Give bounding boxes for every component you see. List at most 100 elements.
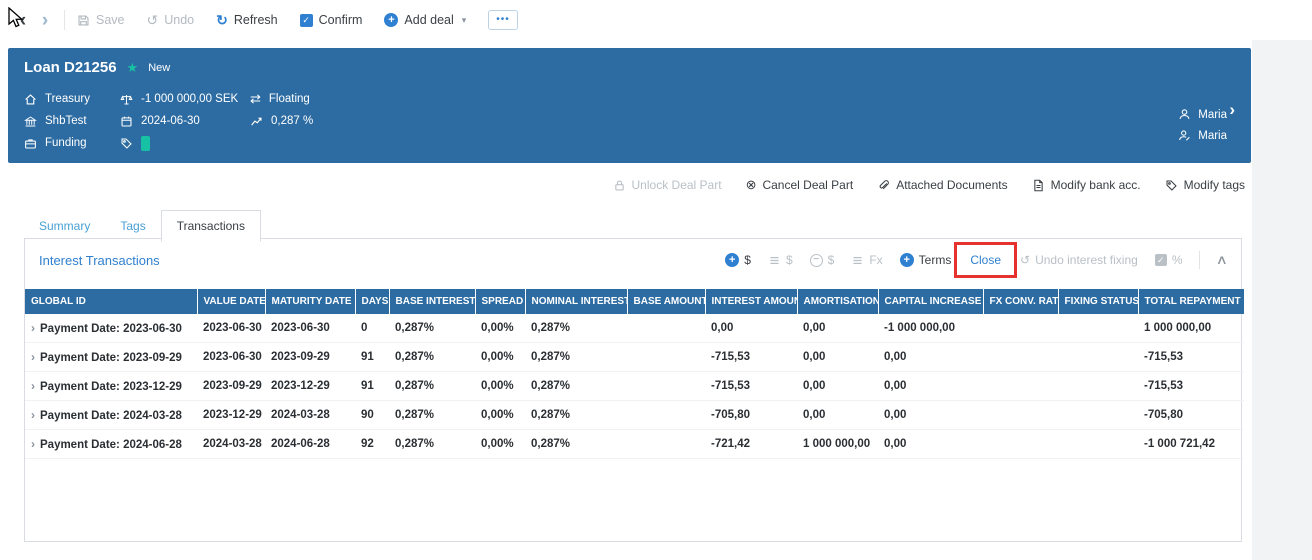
document-icon <box>1033 179 1043 191</box>
remove-cashflow-label: $ <box>827 253 835 267</box>
cell <box>983 371 1058 401</box>
cell <box>1058 429 1138 459</box>
table-row[interactable]: › Payment Date: 2023-09-29 2023-06-30 2023-… <box>25 342 1244 372</box>
deal-header-expand-button[interactable]: › <box>1229 100 1235 120</box>
row-expand-icon[interactable]: › <box>31 350 35 364</box>
row-expand-icon[interactable]: › <box>31 437 35 451</box>
column-header[interactable]: AMORTISATION <box>797 289 879 314</box>
tab-tags[interactable]: Tags <box>105 211 160 241</box>
column-header[interactable]: DAYS <box>355 289 390 314</box>
cell: 0,00% <box>475 314 525 343</box>
table-row[interactable]: › Payment Date: 2024-06-28 2024-03-28 2024-… <box>25 429 1244 459</box>
confirm-button[interactable]: ✓ Confirm <box>299 13 362 27</box>
cell <box>1058 400 1138 430</box>
checkbox-icon: ✓ <box>1154 254 1167 266</box>
column-header[interactable]: CAPITAL INCREASE <box>878 289 984 314</box>
global-id-cell: › Payment Date: 2023-06-30 <box>25 314 197 343</box>
forward-button[interactable]: › <box>34 11 56 30</box>
modify-tags-button[interactable]: Modify tags <box>1165 178 1245 192</box>
percent-toggle[interactable]: ✓ % <box>1154 253 1182 267</box>
column-header[interactable]: MATURITY DATE <box>265 289 356 314</box>
column-header[interactable]: FX CONV. RATE <box>983 289 1059 314</box>
tags-item[interactable] <box>120 135 250 151</box>
cell: -715,53 <box>705 371 797 401</box>
cell: 2024-03-28 <box>197 429 265 459</box>
cell: -715,53 <box>1138 342 1244 372</box>
cell <box>983 342 1058 372</box>
cancel-deal-part-button[interactable]: ⊗ Cancel Deal Part <box>746 177 854 193</box>
save-button[interactable]: Save <box>77 13 125 27</box>
remove-cashflow-button[interactable]: − $ <box>809 253 835 267</box>
tab-strip: Summary Tags Transactions <box>24 210 261 242</box>
table-row[interactable]: › Payment Date: 2023-06-30 2023-06-30 2023-… <box>25 314 1244 343</box>
cell: -1 000 000,00 <box>878 314 983 343</box>
row-expand-icon[interactable]: › <box>31 321 35 335</box>
save-icon <box>78 14 89 26</box>
cell: 0,00% <box>475 400 525 430</box>
save-label: Save <box>96 13 125 27</box>
add-cashflow-label: $ <box>744 253 751 267</box>
add-deal-button[interactable]: + Add deal ▾ <box>384 13 466 27</box>
column-header[interactable]: TOTAL REPAYMENT <box>1138 289 1244 314</box>
fx-schedule-button[interactable]: Fx <box>851 253 883 267</box>
column-header[interactable]: BASE AMOUNT <box>627 289 706 314</box>
terms-button[interactable]: + Terms <box>899 253 952 267</box>
app-window: ‹ › Save ↺ Undo ↻ Refresh ✓ Confirm + Ad… <box>0 0 1312 560</box>
schedule-cashflow-button[interactable]: $ <box>768 253 793 267</box>
owner-name: Maria <box>1198 108 1227 121</box>
tag-icon <box>1166 180 1177 191</box>
cell: 0,00 <box>797 400 878 430</box>
close-button[interactable]: Close <box>968 253 1003 267</box>
collapse-panel-button[interactable]: ∧ <box>1216 252 1228 268</box>
tag-icon <box>121 138 132 149</box>
confirm-icon: ✓ <box>299 13 313 27</box>
paperclip-icon <box>879 179 889 189</box>
column-header[interactable]: FIXING STATUS <box>1058 289 1139 314</box>
terms-label: Terms <box>918 253 952 267</box>
mouse-cursor <box>8 7 24 28</box>
row-expand-icon[interactable]: › <box>31 408 35 422</box>
column-header[interactable]: BASE INTEREST <box>389 289 476 314</box>
cell: -705,80 <box>1138 400 1244 430</box>
cell <box>1058 342 1138 372</box>
row-expand-icon[interactable]: › <box>31 379 35 393</box>
modify-bank-acc-button[interactable]: Modify bank acc. <box>1032 178 1141 192</box>
add-cashflow-button[interactable]: + $ <box>725 253 751 267</box>
transactions-panel: Interest Transactions + $ $ − $ Fx + Ter… <box>24 238 1244 542</box>
undo-button[interactable]: ↺ Undo <box>147 13 195 27</box>
calendar-icon <box>121 116 132 126</box>
column-header[interactable]: INTEREST AMOUNT <box>705 289 798 314</box>
modify-tags-label: Modify tags <box>1183 178 1245 192</box>
cell <box>983 314 1058 343</box>
tab-summary[interactable]: Summary <box>24 211 105 241</box>
cell: 92 <box>355 429 389 459</box>
plus-circle-icon: + <box>725 253 740 267</box>
global-id-cell: › Payment Date: 2024-03-28 <box>25 400 197 430</box>
column-header[interactable]: GLOBAL ID <box>25 289 198 314</box>
cell: 0,287% <box>525 314 627 343</box>
add-deal-label: Add deal <box>404 13 454 27</box>
more-actions-button[interactable]: ••• <box>488 10 518 30</box>
cell <box>1058 371 1138 401</box>
tab-transactions[interactable]: Transactions <box>160 210 261 242</box>
column-header[interactable]: SPREAD <box>475 289 526 314</box>
table-row[interactable]: › Payment Date: 2024-03-28 2023-12-29 2024-… <box>25 400 1244 430</box>
unlock-deal-part-button[interactable]: Unlock Deal Part <box>613 178 722 192</box>
chevron-down-icon: ▾ <box>461 14 467 25</box>
cell: 0,287% <box>389 314 475 343</box>
cell: 2024-06-28 <box>265 429 355 459</box>
table-row[interactable]: › Payment Date: 2023-12-29 2023-09-29 2023-… <box>25 371 1244 401</box>
column-header[interactable]: NOMINAL INTEREST <box>525 289 628 314</box>
cell <box>627 400 705 430</box>
column-header[interactable]: VALUE DATE <box>197 289 266 314</box>
panel-header: Interest Transactions + $ $ − $ Fx + Ter… <box>25 239 1241 278</box>
attached-documents-button[interactable]: Attached Documents <box>877 178 1008 192</box>
home-icon <box>25 93 36 105</box>
maturity-item: 2024-06-30 <box>120 115 250 128</box>
cell: 2023-06-30 <box>197 342 265 372</box>
undo-interest-fixing-button[interactable]: ↺ Undo interest fixing <box>1020 253 1138 267</box>
refresh-button[interactable]: ↻ Refresh <box>216 13 278 27</box>
global-id-cell: › Payment Date: 2023-09-29 <box>25 342 197 372</box>
toolbar-divider <box>1199 251 1201 269</box>
global-id-cell: › Payment Date: 2024-06-28 <box>25 429 197 459</box>
